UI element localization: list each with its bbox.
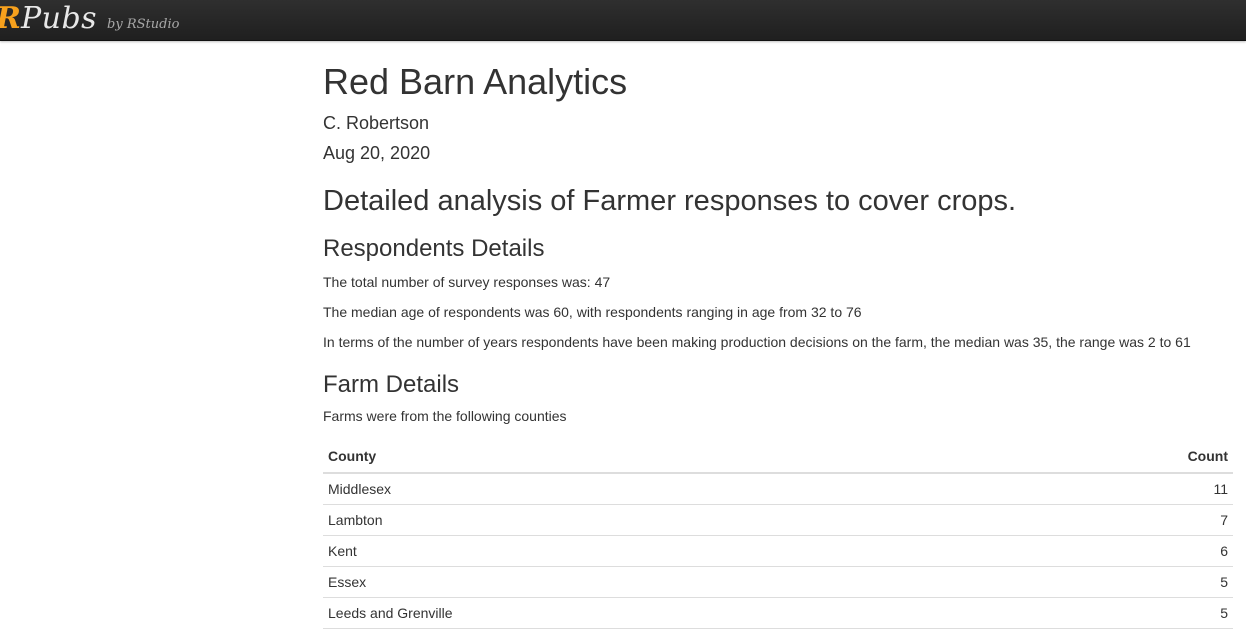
county-cell: Kent — [323, 535, 985, 567]
respondents-years: In terms of the number of years responde… — [323, 334, 1191, 350]
farm-intro: Farms were from the following counties — [323, 408, 567, 424]
respondents-total: The total number of survey responses was… — [323, 274, 611, 290]
document-content: Red Barn Analytics C. Robertson Aug 20, … — [323, 40, 1233, 629]
document-author: C. Robertson — [323, 113, 430, 133]
count-cell: 11 — [984, 473, 1233, 505]
table-row: Lambton 7 — [323, 504, 1233, 536]
table-row: Kent 6 — [323, 535, 1233, 567]
county-cell: Essex — [323, 566, 985, 598]
county-cell: Leeds and Grenville — [323, 597, 985, 629]
rpubs-logo-r: R — [0, 0, 21, 38]
document-date: Aug 20, 2020 — [323, 143, 431, 163]
table-row: Middlesex 11 — [323, 473, 1233, 505]
count-cell: 7 — [984, 504, 1233, 536]
rpubs-by-rstudio: by RStudio — [107, 17, 180, 32]
count-cell: 5 — [984, 566, 1233, 598]
table-header-row: County Count — [323, 442, 1233, 474]
county-cell: Lambton — [323, 504, 985, 536]
count-cell: 5 — [984, 597, 1233, 629]
farm-heading: Farm Details — [323, 371, 460, 398]
respondents-heading: Respondents Details — [323, 235, 545, 262]
document-title: Red Barn Analytics — [323, 61, 628, 102]
column-header-count: Count — [984, 442, 1233, 474]
column-header-county: County — [323, 442, 985, 474]
count-cell: 6 — [984, 535, 1233, 567]
section-title: Detailed analysis of Farmer responses to… — [323, 185, 1017, 217]
county-cell: Middlesex — [323, 473, 985, 505]
rpubs-logo-pubs: Pubs — [20, 1, 98, 36]
top-navbar: R Pubs by RStudio — [0, 0, 1246, 41]
county-table: County Count Middlesex 11 Lambton 7 Kent… — [323, 442, 1233, 629]
table-row: Leeds and Grenville 5 — [323, 597, 1233, 629]
table-row: Essex 5 — [323, 566, 1233, 598]
rpubs-logo-link[interactable]: R Pubs by RStudio — [0, 0, 179, 40]
respondents-age: The median age of respondents was 60, wi… — [323, 304, 862, 320]
